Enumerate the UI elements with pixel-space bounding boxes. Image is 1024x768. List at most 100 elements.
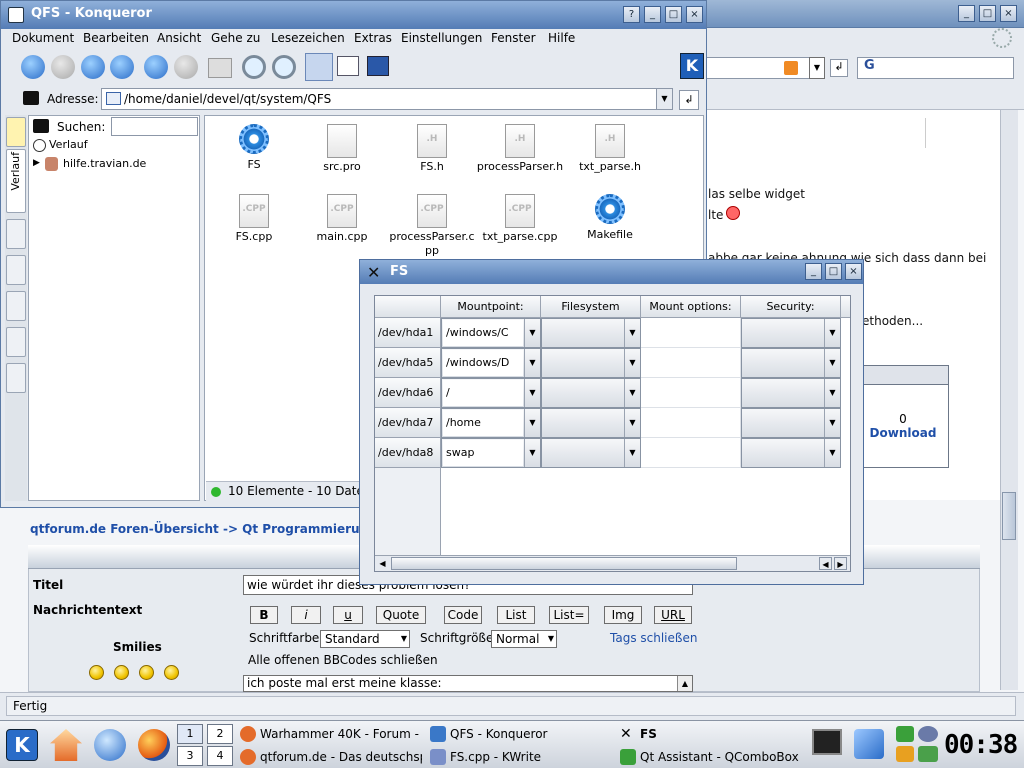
mountpoint-value[interactable]: swap	[443, 440, 523, 466]
scrollbar-thumb[interactable]	[1002, 492, 1016, 540]
ordered-list-button[interactable]: List=	[549, 606, 589, 624]
filesystem-combo[interactable]: ▼	[541, 438, 641, 468]
root-folder-icon[interactable]	[6, 291, 26, 321]
chevron-down-icon[interactable]: ▼	[624, 409, 640, 437]
file-item[interactable]: .H txt_parse.h	[565, 124, 655, 174]
mount-options-cell[interactable]	[641, 408, 741, 438]
bookmarks-star-icon[interactable]	[6, 117, 26, 147]
font-size-select[interactable]: Normal ▼	[491, 630, 557, 648]
search-input[interactable]	[111, 117, 198, 136]
file-item[interactable]: FS	[209, 124, 299, 172]
mountpoint-value[interactable]: /	[443, 380, 523, 406]
quote-button[interactable]: Quote	[376, 606, 426, 624]
task-konqueror[interactable]: QFS - Konqueror	[430, 724, 612, 744]
menu-extras[interactable]: Extras	[354, 31, 392, 45]
print-icon[interactable]	[208, 58, 232, 78]
up-icon[interactable]	[81, 55, 105, 79]
tree-item-site[interactable]: hilfe.travian.de	[63, 157, 146, 170]
sad-icon[interactable]	[139, 665, 154, 680]
chevron-down-icon[interactable]: ▼	[824, 409, 840, 437]
task-kwrite[interactable]: FS.cpp - KWrite	[430, 747, 612, 767]
column-header-mountpoint[interactable]: Mountpoint:	[441, 296, 541, 318]
row-header[interactable]: /dev/hda5	[375, 348, 441, 378]
mount-options-cell[interactable]	[641, 318, 741, 348]
mountpoint-value[interactable]: /windows/C	[443, 320, 523, 346]
menu-bearbeiten[interactable]: Bearbeiten	[83, 31, 149, 45]
chevron-down-icon[interactable]: ▼	[824, 379, 840, 407]
chevron-down-icon[interactable]: ▼	[524, 379, 540, 407]
minimize-icon[interactable]: _	[644, 6, 661, 23]
chevron-down-icon[interactable]: ▼	[624, 319, 640, 347]
file-item[interactable]: .H FS.h	[387, 124, 477, 174]
services-icon[interactable]	[6, 327, 26, 357]
window-menu-icon[interactable]	[8, 7, 24, 23]
maximize-icon[interactable]: □	[665, 6, 682, 23]
file-item[interactable]: Makefile	[565, 194, 655, 242]
go-icon[interactable]: ↲	[679, 90, 699, 110]
web-search-field[interactable]: G	[857, 57, 1014, 79]
chevron-down-icon[interactable]: ▼	[824, 319, 840, 347]
back-icon[interactable]	[21, 55, 45, 79]
icon-view-button[interactable]	[305, 53, 333, 81]
update-tray-icon[interactable]	[896, 746, 914, 762]
file-item[interactable]: .CPP FS.cpp	[209, 194, 299, 244]
underline-button[interactable]: u	[333, 606, 363, 624]
go-icon[interactable]: ↲	[830, 59, 848, 77]
fs-titlebar[interactable]: ✕ FS _ □ ×	[360, 260, 863, 284]
menu-dokument[interactable]: Dokument	[12, 31, 74, 45]
clipboard-tool-icon[interactable]	[854, 729, 884, 759]
code-button[interactable]: Code	[444, 606, 482, 624]
minimize-icon[interactable]: _	[958, 5, 975, 22]
rss-icon[interactable]	[784, 61, 798, 75]
close-tags-link[interactable]: Tags schließen	[610, 631, 697, 645]
chevron-down-icon[interactable]: ▼	[524, 439, 540, 467]
clock[interactable]: 00:38	[944, 730, 1018, 760]
security-combo[interactable]: ▼	[741, 438, 841, 468]
desktop-3-button[interactable]: 3	[177, 746, 203, 766]
tree-item-history[interactable]: Verlauf	[49, 138, 88, 151]
chevron-down-icon[interactable]: ▼	[824, 349, 840, 377]
breadcrumb[interactable]: qtforum.de Foren-Übersicht -> Qt Program…	[30, 522, 377, 536]
kde-menu-icon[interactable]: K	[6, 729, 38, 761]
row-header[interactable]: /dev/hda1	[375, 318, 441, 348]
filesystem-combo[interactable]: ▼	[541, 378, 641, 408]
mount-options-cell[interactable]	[641, 348, 741, 378]
font-color-select[interactable]: Standard ▼	[320, 630, 410, 648]
bold-button[interactable]: B	[250, 606, 278, 624]
konqueror-titlebar[interactable]: QFS - Konqueror ? _ □ ×	[1, 1, 706, 29]
battery-tray-icon[interactable]	[918, 746, 938, 762]
task-firefox-forum[interactable]: Warhammer 40K - Forum - Ka	[240, 724, 422, 744]
help-icon[interactable]: ?	[623, 6, 640, 23]
mountpoint-combo[interactable]: /windows/D ▼	[441, 348, 541, 378]
clear-location-icon[interactable]	[23, 91, 39, 105]
desktop-1-button[interactable]: 1	[177, 724, 203, 744]
desktop-2-button[interactable]: 2	[207, 724, 233, 744]
home-icon[interactable]	[110, 55, 134, 79]
chevron-down-icon[interactable]: ▼	[656, 89, 672, 109]
clear-search-icon[interactable]	[33, 119, 49, 133]
zoom-out-icon[interactable]	[272, 55, 296, 79]
mountpoint-combo[interactable]: / ▼	[441, 378, 541, 408]
filesystem-combo[interactable]: ▼	[541, 318, 641, 348]
mount-options-cell[interactable]	[641, 438, 741, 468]
terminal-icon[interactable]	[812, 729, 842, 755]
detail-view-icon[interactable]	[337, 56, 359, 76]
firefox-icon[interactable]	[138, 729, 170, 761]
maximize-icon[interactable]: □	[825, 263, 842, 280]
menu-lesezeichen[interactable]: Lesezeichen	[271, 31, 345, 45]
x11-logo-icon[interactable]: ✕	[367, 263, 380, 282]
row-header[interactable]: /dev/hda7	[375, 408, 441, 438]
chevron-down-icon[interactable]: ▼	[624, 349, 640, 377]
background-url-field[interactable]	[700, 57, 825, 79]
chevron-down-icon[interactable]: ▼	[524, 319, 540, 347]
file-item[interactable]: .CPP main.cpp	[297, 194, 387, 244]
menu-gehe-zu[interactable]: Gehe zu	[211, 31, 260, 45]
chevron-down-icon[interactable]: ▼	[524, 349, 540, 377]
forward-icon[interactable]	[51, 55, 75, 79]
column-header-mount-options[interactable]: Mount options:	[641, 296, 741, 318]
mount-options-cell[interactable]	[641, 378, 741, 408]
mountpoint-value[interactable]: /home	[443, 410, 523, 436]
menu-einstellungen[interactable]: Einstellungen	[401, 31, 482, 45]
home-folder-icon[interactable]	[6, 219, 26, 249]
column-header-filesystem[interactable]: Filesystem	[541, 296, 641, 318]
